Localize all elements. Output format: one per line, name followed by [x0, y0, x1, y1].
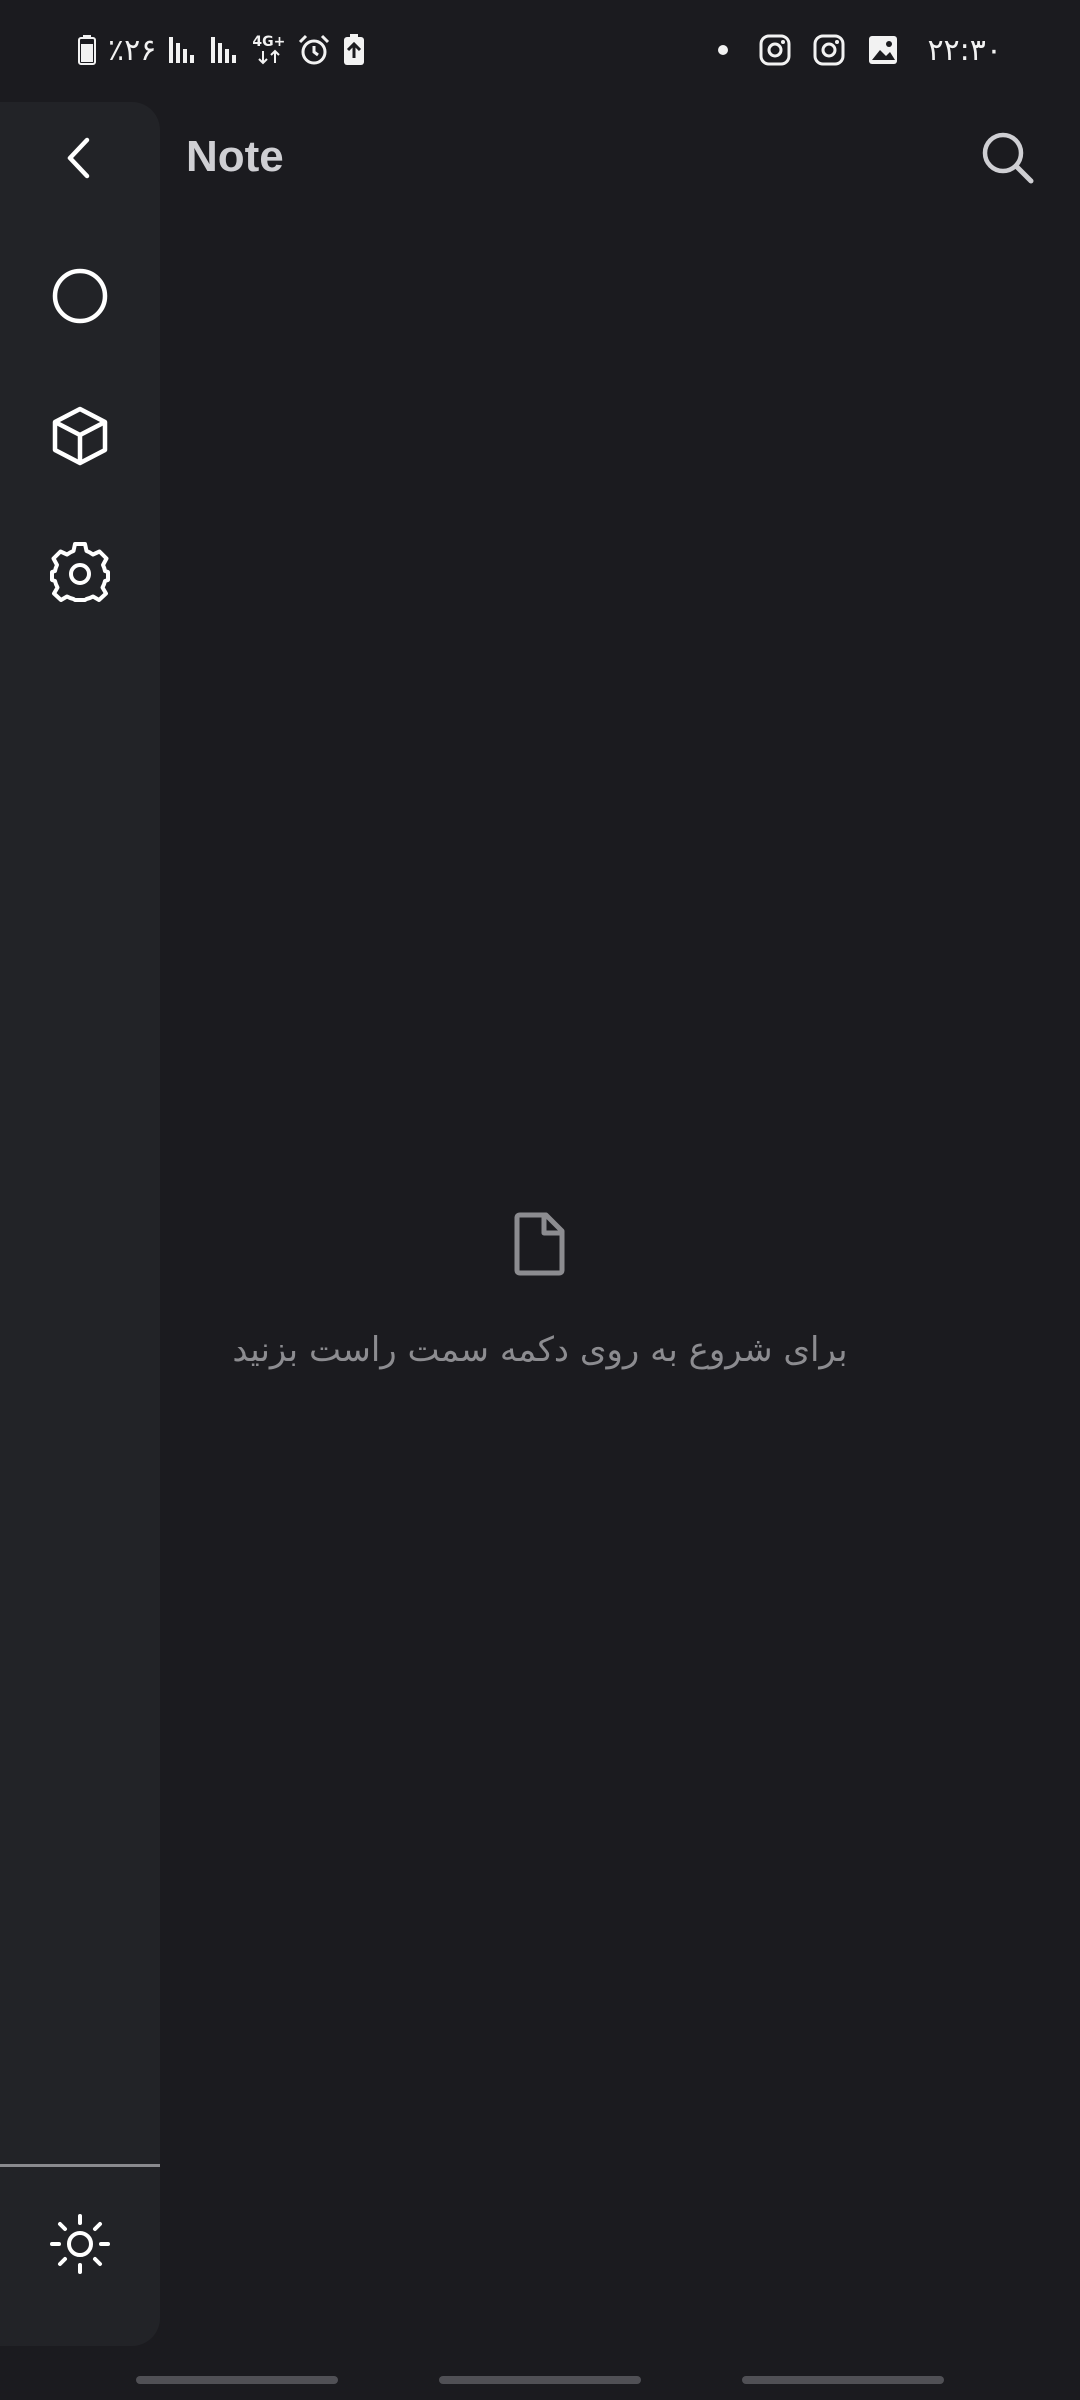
signal-icon [168, 35, 198, 65]
network-type-label: 4G+ [252, 34, 286, 50]
network-type-indicator: 4G+ [252, 35, 285, 65]
instagram-icon [759, 34, 791, 66]
notification-dot-icon [717, 44, 729, 56]
status-right: ۲۲:۳۰ [717, 33, 1002, 68]
gallery-icon [867, 34, 899, 66]
gear-icon [48, 542, 112, 610]
chevron-left-icon [60, 136, 100, 184]
battery-percent: ٪۲۶ [108, 32, 157, 68]
status-bar: ٪۲۶ 4G+ ۲۲:۳۰ [0, 0, 1080, 100]
sun-icon [49, 2213, 111, 2279]
file-icon [512, 1212, 568, 1280]
settings-button[interactable] [40, 536, 120, 616]
rail-item-cube[interactable] [40, 398, 120, 478]
search-icon [980, 130, 1036, 190]
gesture-bar [439, 2376, 641, 2384]
back-button[interactable] [40, 120, 120, 200]
signal-icon [210, 35, 240, 65]
search-button[interactable] [972, 124, 1044, 196]
clock: ۲۲:۳۰ [927, 32, 1002, 68]
battery-icon [78, 35, 96, 65]
alarm-icon [297, 34, 331, 66]
battery-saver-icon [343, 34, 365, 66]
navigation-rail [0, 102, 160, 2346]
page-title: Note [186, 132, 284, 181]
rail-item-circle[interactable] [40, 258, 120, 338]
rail-divider [0, 2164, 160, 2167]
empty-state-message: برای شروع به روی دکمه سمت راست بزنید [232, 1330, 848, 1370]
instagram-icon [813, 34, 845, 66]
gesture-bar [742, 2376, 944, 2384]
cube-icon [49, 405, 111, 471]
data-arrows-icon [258, 49, 280, 65]
gesture-bar [136, 2376, 338, 2384]
status-left: ٪۲۶ 4G+ [78, 33, 365, 68]
circle-icon [50, 266, 110, 330]
screen: ٪۲۶ 4G+ ۲۲:۳۰ Note برای شروع به روی دکمه… [0, 0, 1080, 2400]
theme-toggle-button[interactable] [40, 2206, 120, 2286]
empty-state: برای شروع به روی دکمه سمت راست بزنید [160, 1212, 920, 1370]
